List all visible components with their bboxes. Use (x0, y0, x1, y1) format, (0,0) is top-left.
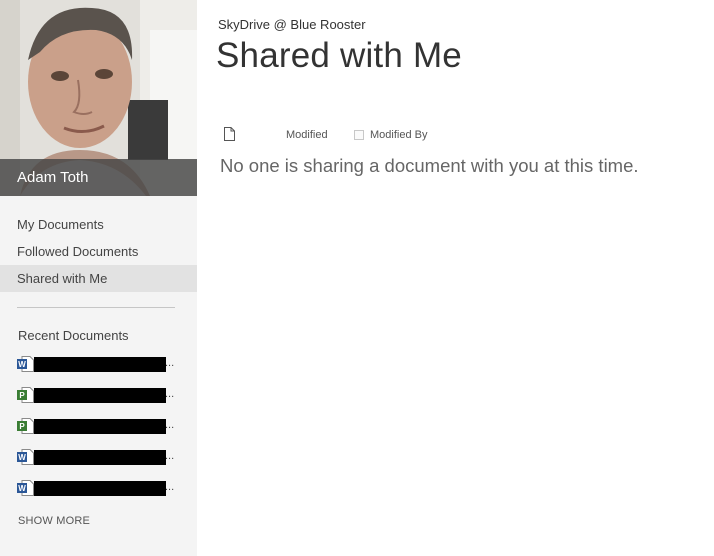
svg-text:W: W (18, 360, 26, 369)
project-doc-icon: P (17, 387, 34, 403)
project-doc-icon: P (17, 418, 34, 434)
recent-document-item[interactable]: W ... (17, 449, 192, 480)
profile-card[interactable]: Adam Toth (0, 0, 197, 196)
redacted-filename (34, 419, 166, 434)
filename-ellipsis: ... (165, 388, 175, 400)
filename-ellipsis: ... (165, 481, 175, 493)
breadcrumb[interactable]: SkyDrive @ Blue Rooster (218, 17, 366, 32)
recent-documents-heading: Recent Documents (18, 328, 129, 343)
word-doc-icon: W (17, 449, 34, 465)
recent-document-item[interactable]: P ... (17, 387, 192, 418)
sidebar-item-followed-documents[interactable]: Followed Documents (0, 238, 197, 265)
recent-document-item[interactable]: W ... (17, 480, 192, 511)
redacted-filename (34, 357, 166, 372)
page-title: Shared with Me (216, 36, 462, 75)
show-more-link[interactable]: SHOW MORE (18, 515, 90, 527)
column-header-modified-by[interactable]: Modified By (370, 129, 427, 141)
svg-text:W: W (18, 484, 26, 493)
redacted-filename (34, 388, 166, 403)
word-doc-icon: W (17, 356, 34, 372)
modified-by-checkbox[interactable] (354, 130, 364, 140)
redacted-filename (34, 481, 166, 496)
redacted-filename (34, 450, 166, 465)
recent-document-item[interactable]: W ... (17, 356, 192, 387)
profile-name-bar: Adam Toth (0, 159, 197, 196)
column-header-modified[interactable]: Modified (286, 129, 328, 141)
filename-ellipsis: ... (165, 450, 175, 462)
svg-text:W: W (18, 453, 26, 462)
sidebar-divider (17, 307, 175, 308)
svg-text:P: P (19, 422, 25, 431)
sidebar-nav: My Documents Followed Documents Shared w… (0, 211, 197, 292)
sidebar: Adam Toth My Documents Followed Document… (0, 0, 197, 556)
filename-ellipsis: ... (165, 357, 175, 369)
sidebar-item-shared-with-me[interactable]: Shared with Me (0, 265, 197, 292)
svg-text:P: P (19, 391, 25, 400)
recent-document-item[interactable]: P ... (17, 418, 192, 449)
sidebar-item-my-documents[interactable]: My Documents (0, 211, 197, 238)
profile-name[interactable]: Adam Toth (17, 169, 88, 186)
document-type-icon[interactable] (224, 127, 235, 141)
filename-ellipsis: ... (165, 419, 175, 431)
recent-documents-list: W ... P ... P ... W ... W ... (17, 356, 192, 511)
word-doc-icon: W (17, 480, 34, 496)
empty-state-message: No one is sharing a document with you at… (220, 155, 639, 176)
